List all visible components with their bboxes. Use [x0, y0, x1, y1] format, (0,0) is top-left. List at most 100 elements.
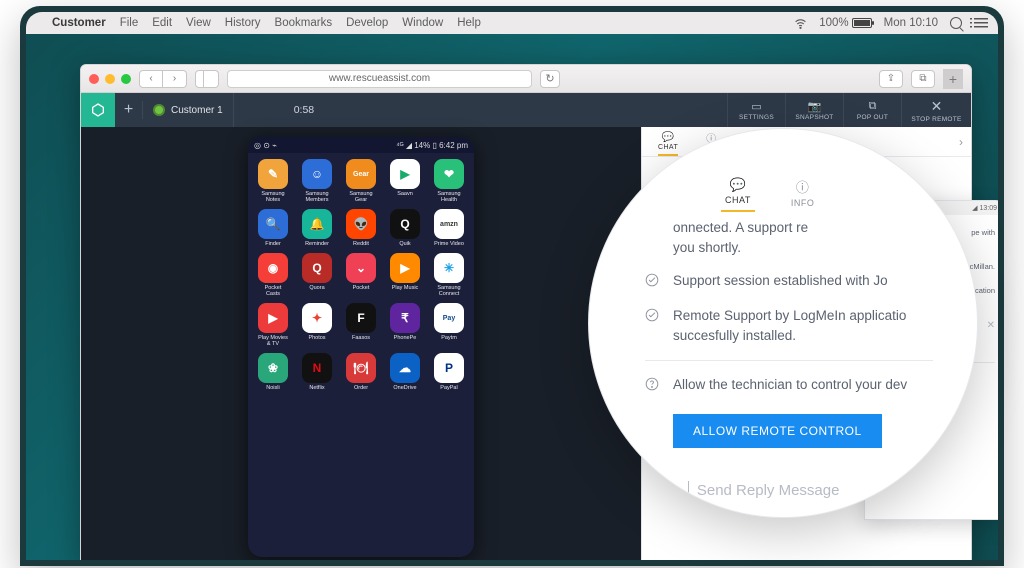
app-icon: P	[434, 353, 464, 383]
app-label: Samsung Health	[437, 191, 460, 203]
app-label: Samsung Gear	[349, 191, 372, 203]
status-online-icon	[153, 104, 165, 116]
app-icon: ☁	[390, 353, 420, 383]
app-icon: ✳	[434, 253, 464, 283]
device-app[interactable]: amznPrime Video	[428, 209, 470, 247]
app-icon: Q	[390, 209, 420, 239]
app-logo[interactable]	[81, 93, 115, 127]
forward-button[interactable]: ›	[163, 70, 187, 88]
device-app[interactable]: ☁OneDrive	[384, 353, 426, 391]
mag-message-text: Allow the technician to control your dev	[673, 375, 907, 395]
menubar-clock[interactable]: Mon 10:10	[884, 17, 938, 29]
device-app[interactable]: PPayPal	[428, 353, 470, 391]
device-app[interactable]: ✦Photos	[296, 303, 338, 347]
app-icon: ₹	[390, 303, 420, 333]
device-app[interactable]: ▶ Saavn	[384, 159, 426, 203]
app-label: Samsung Notes	[261, 191, 284, 203]
device-app[interactable]: 🔍Finder	[252, 209, 294, 247]
mag-collapse-button[interactable]: ›	[938, 175, 943, 193]
device-app[interactable]: ▶Play Music	[384, 253, 426, 297]
mag-tab-info[interactable]: ⓘ INFO	[791, 177, 815, 208]
session-tab-label: Customer 1	[171, 105, 223, 116]
menu-bookmarks[interactable]: Bookmarks	[275, 17, 333, 29]
device-app[interactable]: ✎ Samsung Notes	[252, 159, 294, 203]
share-button[interactable]: ⇪	[879, 70, 903, 88]
app-icon: ◉	[258, 253, 288, 283]
stop-remote-button[interactable]: ✕ STOP REMOTE	[901, 93, 971, 127]
back-button[interactable]: ‹	[139, 70, 163, 88]
settings-button[interactable]: ▭ SETTINGS	[727, 93, 785, 127]
new-tab-button[interactable]: +	[943, 69, 963, 89]
app-label: PhonePe	[394, 335, 417, 341]
device-app[interactable]: ☺Samsung Members	[296, 159, 338, 203]
app-icon: ❀	[258, 353, 288, 383]
device-app[interactable]: ◉ Pocket Casts	[252, 253, 294, 297]
allow-remote-control-button[interactable]: ALLOW REMOTE CONTROL	[673, 414, 882, 448]
window-controls	[89, 74, 131, 84]
device-app[interactable]: ₹ PhonePe	[384, 303, 426, 347]
app-icon: ❤	[434, 159, 464, 189]
app-label: Pocket Casts	[265, 285, 282, 297]
mac-app-name[interactable]: Customer	[52, 17, 106, 29]
device-app[interactable]: ❀Noisli	[252, 353, 294, 391]
app-icon: ☺	[302, 159, 332, 189]
divider	[645, 360, 933, 361]
mag-message-text: Support session established with Jo	[673, 271, 888, 291]
app-icon: 🔔	[302, 209, 332, 239]
device-app[interactable]: 🔔 Reminder	[296, 209, 338, 247]
panel-collapse-button[interactable]: ›	[959, 135, 963, 149]
device-app[interactable]: 👽Reddit	[340, 209, 382, 247]
app-icon: ▶	[258, 303, 288, 333]
menu-edit[interactable]: Edit	[152, 17, 172, 29]
nav-buttons: ‹ ›	[139, 70, 187, 88]
minimize-window-button[interactable]	[105, 74, 115, 84]
attach-button[interactable]: +	[661, 478, 674, 504]
add-session-button[interactable]: +	[115, 101, 143, 119]
reply-input[interactable]: Send Reply Message	[688, 481, 840, 501]
mag-tab-chat[interactable]: 💬 CHAT	[725, 177, 751, 208]
menu-help[interactable]: Help	[457, 17, 481, 29]
battery-indicator[interactable]: 100%	[819, 17, 871, 29]
app-icon: ✎	[258, 159, 288, 189]
menu-window[interactable]: Window	[402, 17, 443, 29]
device-status-bar: ◎ ⊙ ⌁ ⁴ᴳ ◢ 14% ▯ 6:42 pm	[248, 137, 474, 153]
spotlight-icon[interactable]	[950, 17, 962, 29]
menu-file[interactable]: File	[120, 17, 139, 29]
device-app[interactable]: QQuora	[296, 253, 338, 297]
device-app[interactable]: FFaasos	[340, 303, 382, 347]
device-app[interactable]: ❤ Samsung Health	[428, 159, 470, 203]
session-tab[interactable]: Customer 1	[143, 93, 234, 127]
device-app[interactable]: GearSamsung Gear	[340, 159, 382, 203]
device-app[interactable]: PayPaytm	[428, 303, 470, 347]
device-app[interactable]: QQuik	[384, 209, 426, 247]
close-window-button[interactable]	[89, 74, 99, 84]
device-app-grid: ✎ Samsung Notes ☺Samsung MembersGearSamsun…	[248, 153, 474, 397]
tab-chat[interactable]: 💬 CHAT	[658, 132, 678, 156]
snapshot-button[interactable]: 📷 SNAPSHOT	[785, 93, 843, 127]
reload-button[interactable]: ↻	[540, 70, 560, 88]
device-app[interactable]: 🍽Order	[340, 353, 382, 391]
app-label: Reddit	[353, 241, 369, 247]
notification-center-icon[interactable]	[974, 18, 988, 28]
session-timer: 0:58	[294, 104, 314, 116]
app-label: Play Music	[392, 285, 419, 291]
device-app[interactable]: NNetflix	[296, 353, 338, 391]
menu-history[interactable]: History	[225, 17, 261, 29]
app-label: Saavn	[397, 191, 413, 197]
popout-button[interactable]: ⧉ POP OUT	[843, 93, 901, 127]
device-app[interactable]: ✳Samsung Connect	[428, 253, 470, 297]
menu-view[interactable]: View	[186, 17, 211, 29]
app-label: Reminder	[305, 241, 329, 247]
maximize-window-button[interactable]	[121, 74, 131, 84]
address-bar[interactable]: www.rescueassist.com	[227, 70, 532, 88]
mag-message-text: Remote Support by LogMeIn applicatio suc…	[673, 306, 906, 345]
tabs-overview-button[interactable]: ⧉	[911, 70, 935, 88]
sidebar-toggle-button[interactable]	[195, 70, 219, 88]
remote-device-screen[interactable]: ◎ ⊙ ⌁ ⁴ᴳ ◢ 14% ▯ 6:42 pm ✎ Samsung Notes ☺…	[248, 137, 474, 557]
menu-develop[interactable]: Develop	[346, 17, 388, 29]
app-icon: ▶	[390, 159, 420, 189]
device-app[interactable]: ⌄Pocket	[340, 253, 382, 297]
wifi-icon[interactable]	[794, 17, 807, 30]
device-app[interactable]: ▶Play Movies & TV	[252, 303, 294, 347]
phone2-dismiss[interactable]: ✕	[987, 320, 995, 331]
